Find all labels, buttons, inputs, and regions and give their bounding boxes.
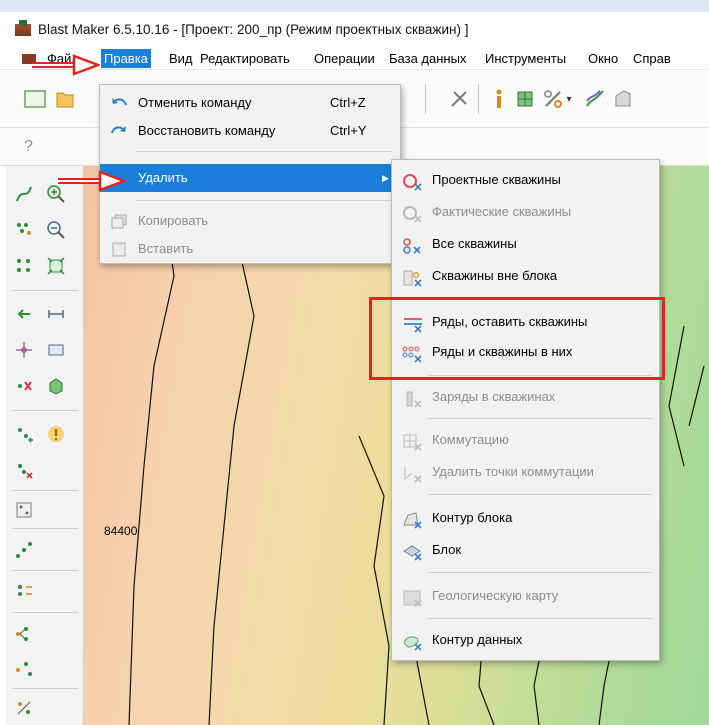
- delete-submenu: Проектные скважины Фактические скважины …: [391, 159, 660, 661]
- dropdown-arrow-icon[interactable]: ▾: [563, 86, 575, 112]
- zoom-extents-icon[interactable]: [42, 252, 70, 280]
- charges-icon: [402, 389, 424, 408]
- move-left-icon[interactable]: [10, 300, 38, 328]
- palette-separator: [12, 528, 78, 529]
- info-icon[interactable]: [486, 86, 512, 112]
- menu-tools[interactable]: Инструменты: [482, 49, 569, 68]
- geo-map-icon: [402, 588, 424, 607]
- toolbar-separator: [425, 84, 426, 114]
- hole-number-icon[interactable]: [10, 694, 38, 722]
- submenu-item-block-outline[interactable]: Контур блока: [392, 503, 659, 533]
- window-title: Blast Maker 6.5.10.16 - [Проект: 200_пр …: [38, 21, 469, 37]
- open-folder-icon[interactable]: [52, 86, 78, 112]
- menu-window[interactable]: Окно: [585, 49, 621, 68]
- menu-item-paste[interactable]: Вставить: [100, 235, 400, 263]
- tie-points-icon: [402, 464, 424, 483]
- toolbar-separator: [478, 84, 479, 114]
- menu-edit[interactable]: Правка: [101, 49, 151, 68]
- block-3d-icon[interactable]: [42, 372, 70, 400]
- edit-menu-dropdown: Отменить команду Ctrl+Z Восстановить ком…: [99, 84, 401, 264]
- hole-remove-icon[interactable]: [10, 456, 38, 484]
- all-holes-icon: [402, 236, 424, 254]
- menu-bar: Файл Правка Вид Редактировать Операции Б…: [0, 46, 709, 70]
- menu-database[interactable]: База данных: [386, 49, 469, 68]
- block-outline-icon: [402, 510, 424, 529]
- submenu-item-all-holes[interactable]: Все скважины: [392, 229, 659, 259]
- tie-up-icon: [402, 432, 424, 451]
- palette-separator: [12, 570, 78, 571]
- move-hole-icon[interactable]: [10, 336, 38, 364]
- submenu-item-tie-up[interactable]: Коммутацию: [392, 425, 659, 455]
- submenu-separator: [428, 572, 652, 573]
- copy-icon: [110, 213, 128, 229]
- menu-operations[interactable]: Операции: [311, 49, 378, 68]
- submenu-separator: [428, 418, 652, 419]
- holes-grid-icon[interactable]: [10, 252, 38, 280]
- holes-outside-block-icon: [402, 268, 424, 287]
- menu-separator: [136, 200, 392, 201]
- draw-line-icon[interactable]: [10, 180, 38, 208]
- submenu-arrow-icon: ▶: [382, 173, 389, 183]
- submenu-item-block[interactable]: Блок: [392, 535, 659, 565]
- palette-separator: [12, 290, 78, 291]
- menu-separator: [136, 151, 392, 152]
- hole-line-icon[interactable]: [10, 536, 38, 564]
- shape-icon[interactable]: [610, 86, 636, 112]
- palette-separator: [12, 490, 78, 491]
- zoom-out-icon[interactable]: [42, 216, 70, 244]
- holes-table-icon[interactable]: [10, 496, 38, 524]
- left-tool-palette: [6, 166, 84, 725]
- paste-icon: [110, 241, 128, 257]
- contour-map-icon[interactable]: [582, 86, 608, 112]
- block-icon: [402, 542, 424, 561]
- hole-link-icon[interactable]: [10, 620, 38, 648]
- submenu-item-data-outline[interactable]: Контур данных: [392, 625, 659, 655]
- annotation-arrow-icon: [32, 54, 100, 76]
- hole-row-icon[interactable]: [10, 578, 38, 606]
- undo-icon: [110, 95, 128, 111]
- annotation-highlight-box: [369, 297, 665, 380]
- hole-add-icon[interactable]: [10, 420, 38, 448]
- menu-item-redo[interactable]: Восстановить команду Ctrl+Y: [100, 117, 400, 145]
- holes-pattern-icon[interactable]: [10, 216, 38, 244]
- title-bar: Blast Maker 6.5.10.16 - [Проект: 200_пр …: [0, 12, 709, 46]
- measure-icon[interactable]: [42, 300, 70, 328]
- data-outline-icon: [402, 632, 424, 651]
- palette-separator: [12, 410, 78, 411]
- design-holes-icon: [402, 172, 424, 191]
- submenu-item-design-holes[interactable]: Проектные скважины: [392, 165, 659, 195]
- submenu-separator: [428, 494, 652, 495]
- warning-icon[interactable]: [42, 420, 70, 448]
- app-icon: [14, 20, 32, 38]
- annotation-arrow-icon: [58, 170, 126, 192]
- new-file-icon[interactable]: [22, 86, 48, 112]
- hole-chain-icon[interactable]: [10, 654, 38, 682]
- menu-item-undo[interactable]: Отменить команду Ctrl+Z: [100, 89, 400, 117]
- submenu-item-tie-points[interactable]: Удалить точки коммутации: [392, 457, 659, 487]
- cube-grid-icon[interactable]: [512, 86, 538, 112]
- section-icon[interactable]: [42, 336, 70, 364]
- delete-hole-icon[interactable]: [10, 372, 38, 400]
- palette-separator: [12, 688, 78, 689]
- palette-separator: [12, 612, 78, 613]
- menu-item-delete[interactable]: Удалить ▶: [100, 164, 400, 192]
- menu-view[interactable]: Вид: [166, 49, 196, 68]
- submenu-item-holes-outside-block[interactable]: Скважины вне блока: [392, 261, 659, 291]
- window-top-strip: [0, 0, 709, 12]
- submenu-item-charges[interactable]: Заряды в скважинах: [392, 382, 659, 412]
- menu-help[interactable]: Справ: [630, 49, 674, 68]
- submenu-separator: [428, 618, 652, 619]
- tools-icon[interactable]: [446, 86, 472, 112]
- help-icon[interactable]: ?: [24, 138, 33, 156]
- actual-holes-icon: [402, 204, 424, 223]
- map-coordinate-label: 84400: [104, 524, 138, 538]
- menu-item-copy[interactable]: Копировать: [100, 207, 400, 235]
- submenu-item-geo-map[interactable]: Геологическую карту: [392, 581, 659, 611]
- menu-modify[interactable]: Редактировать: [197, 49, 293, 68]
- submenu-item-actual-holes[interactable]: Фактические скважины: [392, 197, 659, 227]
- redo-icon: [110, 123, 128, 139]
